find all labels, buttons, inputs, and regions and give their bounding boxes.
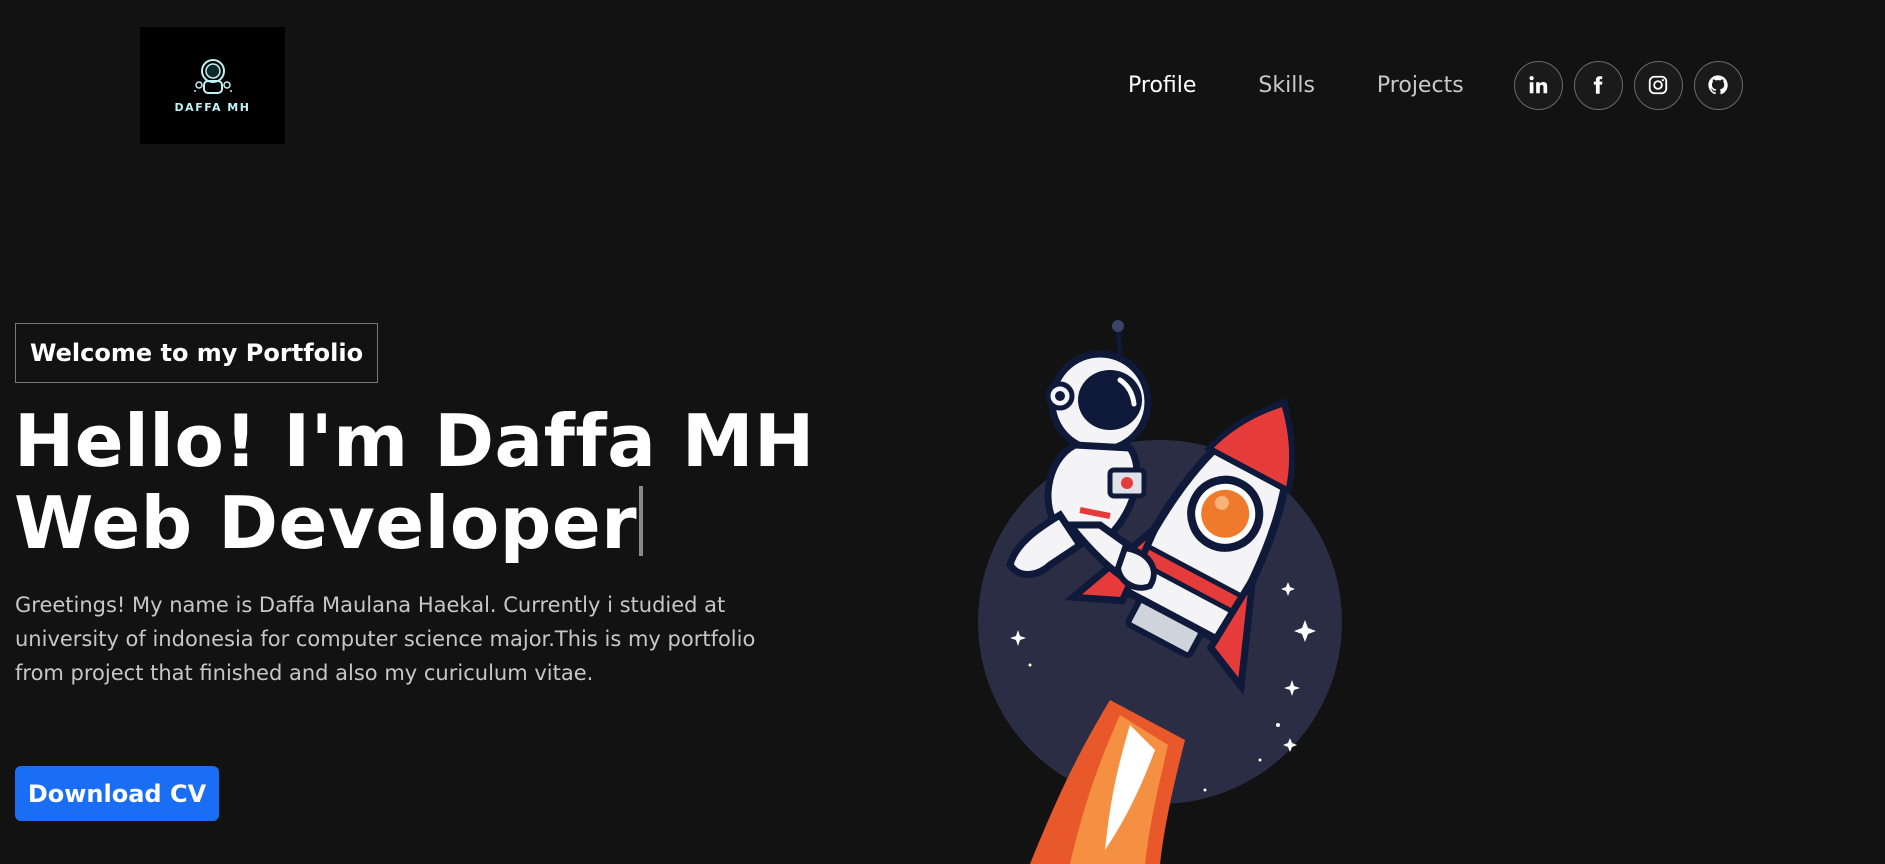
astronaut-logo-icon [193,59,232,94]
astronaut [1006,320,1157,591]
headline-greeting: Hello! I'm Daffa MH [14,399,815,483]
nav-projects[interactable]: Projects [1377,73,1464,98]
github-icon [1708,75,1728,95]
instagram-icon [1648,75,1668,95]
linkedin-button[interactable] [1513,60,1563,110]
facebook-icon [1593,76,1603,94]
page: DAFFA MH Profile Skills Projects Welcome… [0,0,1885,864]
welcome-tagline: Welcome to my Portfolio [15,323,379,383]
hero-headline: Hello! I'm Daffa MH Web Developer [14,400,815,564]
astronaut-rocket-illustration [978,320,1342,864]
nav-profile[interactable]: Profile [1128,73,1196,98]
site-logo[interactable]: DAFFA MH [140,27,285,144]
social-links [1513,60,1743,110]
typing-caret [639,486,644,556]
download-cv-button[interactable]: Download CV [15,766,219,821]
intro-paragraph: Greetings! My name is Daffa Maulana Haek… [15,593,756,685]
logo-text: DAFFA MH [174,101,251,114]
facebook-button[interactable] [1573,60,1623,110]
nav-skills[interactable]: Skills [1258,73,1315,98]
linkedin-icon [1529,76,1548,94]
headline-role: Web Developer [14,481,638,565]
instagram-button[interactable] [1633,60,1683,110]
main-nav: Profile Skills Projects [1128,60,1743,110]
github-button[interactable] [1693,60,1743,110]
